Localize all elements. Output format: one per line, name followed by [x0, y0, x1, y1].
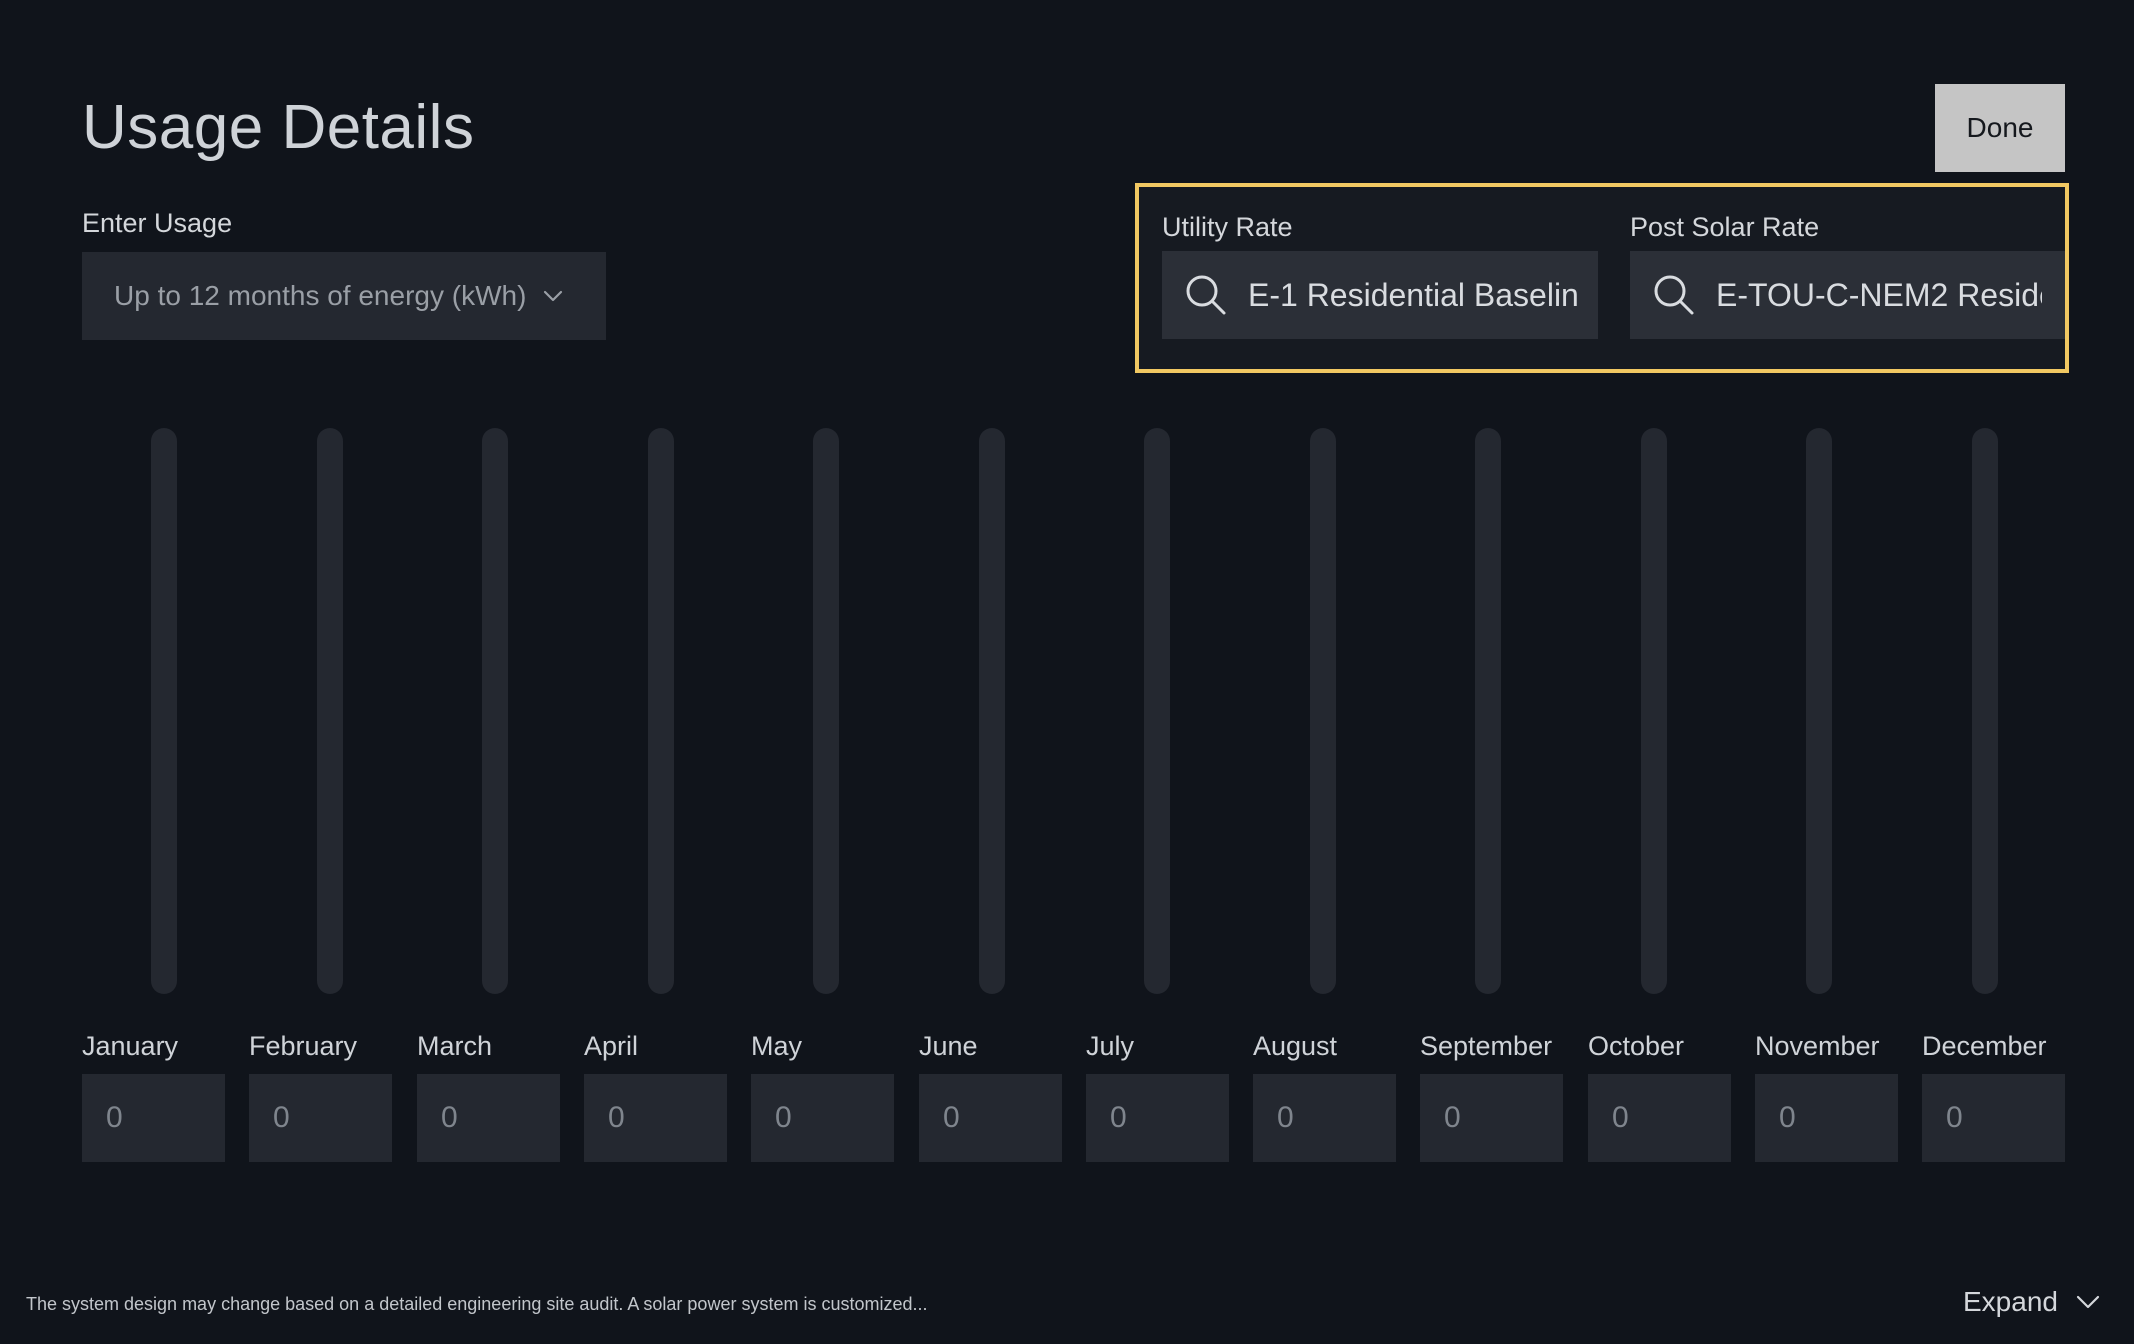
usage-bar-september[interactable]	[1475, 428, 1501, 994]
month-usage-input-october[interactable]: 0	[1588, 1074, 1731, 1162]
month-label: July	[1086, 1031, 1135, 1061]
month-label: February	[249, 1031, 358, 1061]
post-solar-rate-search-field[interactable]: E-TOU-C-NEM2 Reside	[1630, 251, 2065, 339]
usage-bar-april[interactable]	[648, 428, 674, 994]
month-usage-input-june[interactable]: 0	[919, 1074, 1062, 1162]
month-usage-input-september[interactable]: 0	[1420, 1074, 1563, 1162]
usage-bar-december[interactable]	[1972, 428, 1998, 994]
month-label: August	[1253, 1031, 1338, 1061]
disclaimer-text: The system design may change based on a …	[26, 1294, 928, 1314]
month-label: May	[751, 1031, 803, 1061]
utility-rate-search-field[interactable]: E-1 Residential Baselin	[1162, 251, 1598, 339]
month-usage-input-february[interactable]: 0	[249, 1074, 392, 1162]
enter-usage-label: Enter Usage	[82, 208, 233, 238]
utility-rate-value: E-1 Residential Baselin	[1248, 276, 1579, 313]
post-solar-rate-label: Post Solar Rate	[1630, 212, 1820, 242]
done-button[interactable]: Done	[1935, 84, 2065, 172]
utility-rate-label: Utility Rate	[1162, 212, 1293, 242]
month-usage-input-march[interactable]: 0	[417, 1074, 560, 1162]
month-usage-input-november[interactable]: 0	[1755, 1074, 1898, 1162]
month-label: October	[1588, 1031, 1685, 1061]
usage-bar-july[interactable]	[1144, 428, 1170, 994]
usage-bar-february[interactable]	[317, 428, 343, 994]
month-label: January	[82, 1031, 179, 1061]
page-title: Usage Details	[82, 93, 475, 162]
search-icon	[1652, 273, 1696, 317]
usage-bar-november[interactable]	[1806, 428, 1832, 994]
expand-label: Expand	[1963, 1286, 2058, 1317]
usage-bar-march[interactable]	[482, 428, 508, 994]
post-solar-rate-value: E-TOU-C-NEM2 Reside	[1716, 276, 2042, 313]
month-label: November	[1755, 1031, 1880, 1061]
usage-bar-august[interactable]	[1310, 428, 1336, 994]
chevron-down-icon	[2076, 1289, 2102, 1315]
month-label: March	[417, 1031, 493, 1061]
month-usage-input-august[interactable]: 0	[1253, 1074, 1396, 1162]
usage-type-select-value: Up to 12 months of energy (kWh)	[114, 280, 527, 311]
month-usage-input-december[interactable]: 0	[1922, 1074, 2065, 1162]
month-label: December	[1922, 1031, 2047, 1061]
month-usage-input-july[interactable]: 0	[1086, 1074, 1229, 1162]
month-label: September	[1420, 1031, 1553, 1061]
usage-bar-june[interactable]	[979, 428, 1005, 994]
month-usage-input-january[interactable]: 0	[82, 1074, 225, 1162]
expand-button[interactable]: Expand	[1963, 1286, 2102, 1318]
month-usage-input-april[interactable]: 0	[584, 1074, 727, 1162]
usage-details-page: Usage Details Done Enter Usage Up to 12 …	[0, 0, 2134, 1344]
usage-bar-january[interactable]	[151, 428, 177, 994]
usage-bar-october[interactable]	[1641, 428, 1667, 994]
month-usage-input-may[interactable]: 0	[751, 1074, 894, 1162]
search-icon	[1184, 273, 1228, 317]
usage-type-select[interactable]: Up to 12 months of energy (kWh)	[82, 252, 606, 340]
rate-selection-panel: Utility Rate E-1 Residential Baselin Pos…	[1135, 183, 2069, 373]
usage-bar-may[interactable]	[813, 428, 839, 994]
month-label: April	[584, 1031, 639, 1061]
chevron-down-icon	[542, 285, 564, 307]
month-label: June	[919, 1031, 978, 1061]
